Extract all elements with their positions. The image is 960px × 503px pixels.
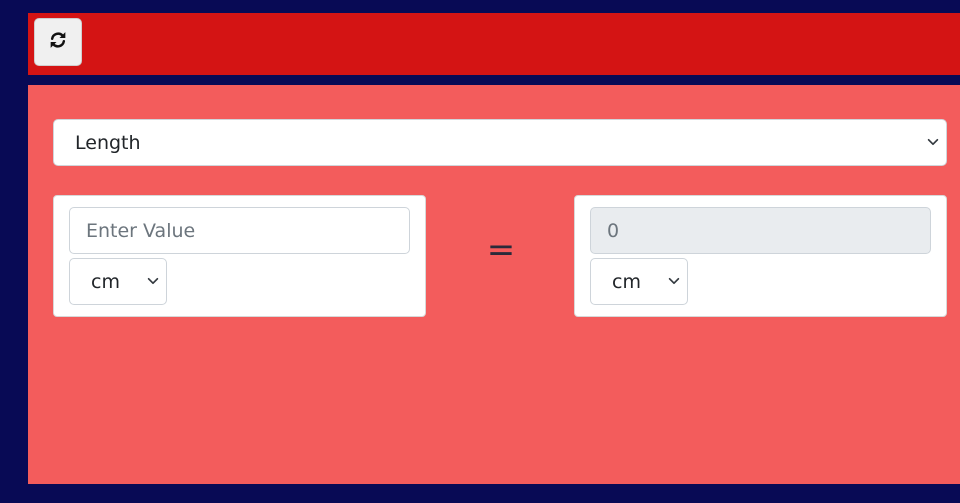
value-input[interactable] xyxy=(69,207,410,254)
to-unit-value: cm xyxy=(612,270,641,293)
result-value: 0 xyxy=(607,219,620,242)
header-bar xyxy=(28,13,960,75)
app-frame: Length cm = 0 xyxy=(28,13,960,484)
category-select-value: Length xyxy=(75,131,141,154)
category-select[interactable]: Length xyxy=(53,119,947,166)
to-unit-select[interactable]: cm xyxy=(590,258,688,305)
to-card: 0 cm xyxy=(574,195,947,317)
refresh-button[interactable] xyxy=(34,18,82,66)
result-field: 0 xyxy=(590,207,931,254)
converter-panel: Length cm = 0 xyxy=(28,85,960,484)
equals-sign: = xyxy=(486,230,516,270)
from-card: cm xyxy=(53,195,426,317)
chevron-down-icon xyxy=(146,271,160,293)
chevron-down-icon xyxy=(667,271,681,293)
chevron-down-icon xyxy=(926,132,940,154)
header-divider xyxy=(28,75,960,85)
from-unit-select[interactable]: cm xyxy=(69,258,167,305)
refresh-icon xyxy=(48,30,68,54)
from-unit-value: cm xyxy=(91,270,120,293)
